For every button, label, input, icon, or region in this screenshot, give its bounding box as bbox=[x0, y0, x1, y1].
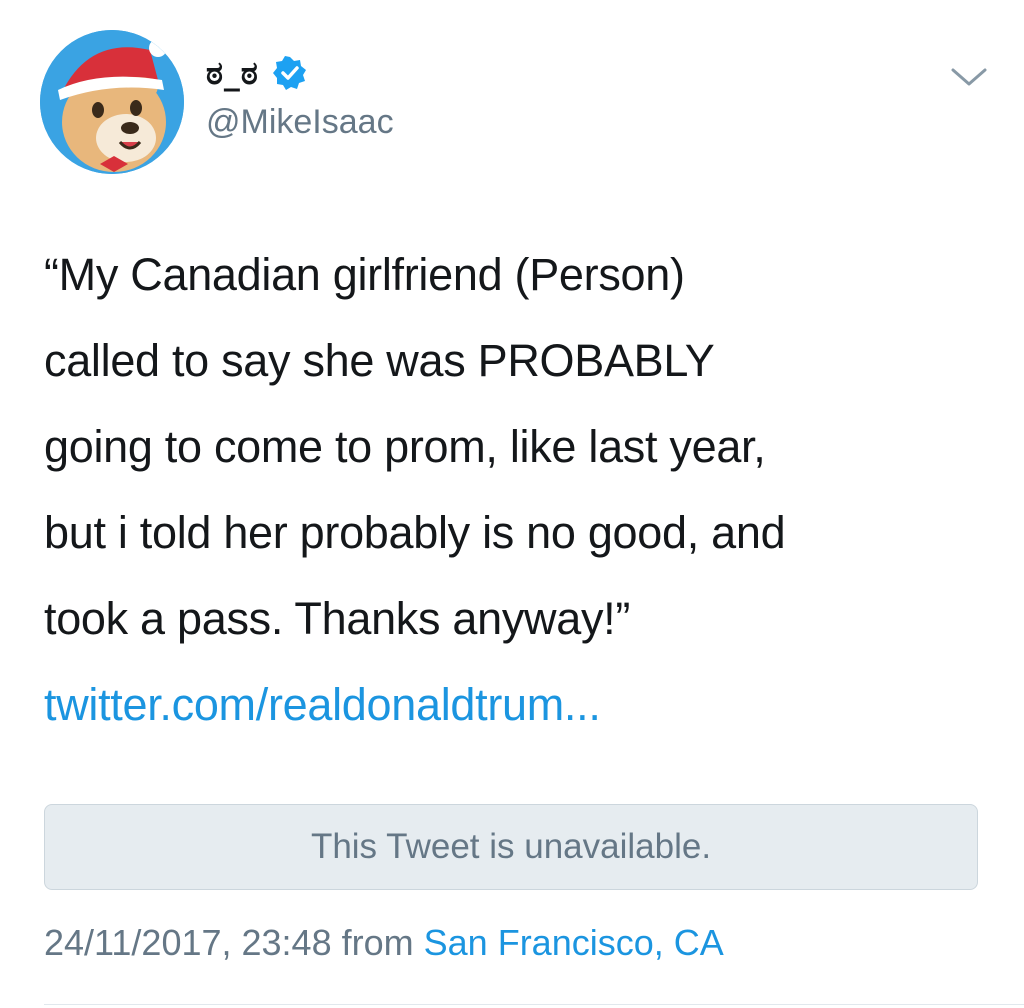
divider bbox=[44, 1004, 1024, 1005]
display-name[interactable]: ಠ_ಠ bbox=[206, 57, 259, 89]
bear-avatar-icon bbox=[40, 30, 184, 174]
verified-badge-icon bbox=[272, 56, 306, 90]
avatar[interactable] bbox=[40, 30, 184, 174]
user-handle[interactable]: @MikeIsaac bbox=[206, 103, 394, 141]
tweet-text-line: “My Canadian girlfriend (Person) bbox=[44, 249, 685, 300]
tweet-text-line: called to say she was PROBABLY bbox=[44, 335, 715, 386]
tweet-text-line: going to come to prom, like last year, bbox=[44, 421, 766, 472]
tweet-meta: 24/11/2017, 23:48 from San Francisco, CA bbox=[44, 922, 724, 964]
location-link[interactable]: San Francisco, CA bbox=[424, 922, 724, 963]
chevron-down-icon[interactable] bbox=[948, 62, 990, 92]
tweet-card: ಠ_ಠ @MikeIsaac “My Canadian girlfriend (… bbox=[0, 0, 1024, 1008]
tweet-text-line: took a pass. Thanks anyway!” bbox=[44, 593, 631, 644]
timestamp[interactable]: 24/11/2017, 23:48 bbox=[44, 922, 332, 963]
author-name-row: ಠ_ಠ bbox=[206, 50, 307, 96]
tweet-text: “My Canadian girlfriend (Person) called … bbox=[44, 232, 994, 748]
tweet-text-line: but i told her probably is no good, and bbox=[44, 507, 786, 558]
tweet-link[interactable]: twitter.com/realdonaldtrum... bbox=[44, 662, 994, 748]
quoted-tweet-status: This Tweet is unavailable. bbox=[310, 827, 712, 866]
from-label: from bbox=[341, 922, 414, 963]
quoted-tweet-box[interactable]: This Tweet is unavailable. bbox=[44, 804, 978, 890]
